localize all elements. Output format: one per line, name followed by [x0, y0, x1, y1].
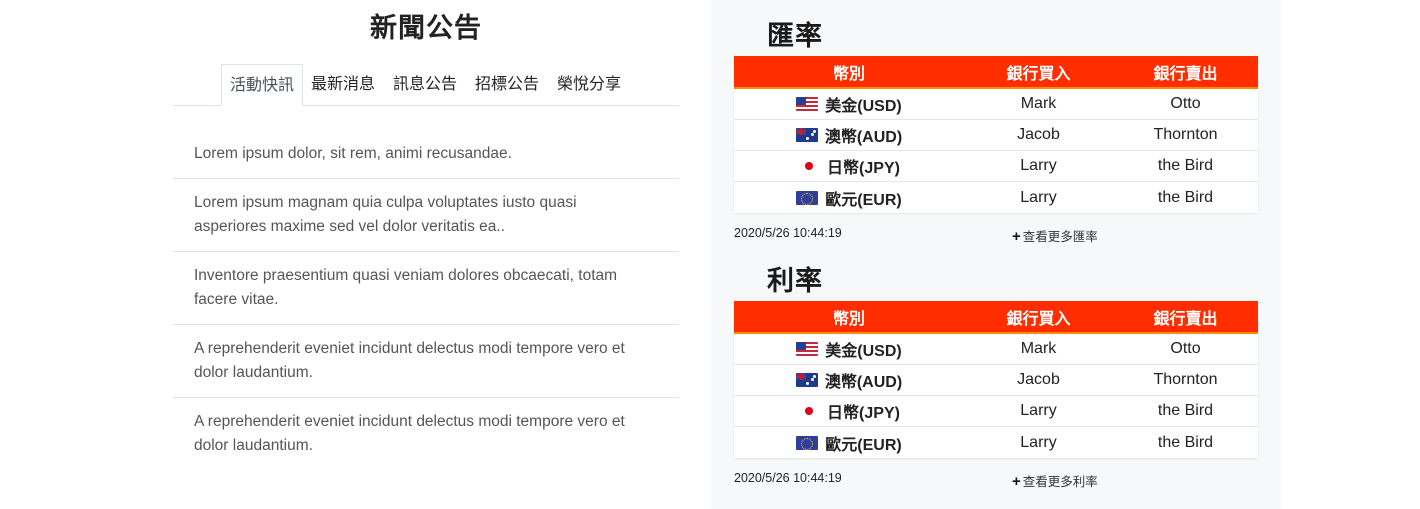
tab-announcements[interactable]: 訊息公告	[388, 64, 462, 106]
more-exchange-rates-link[interactable]: + 查看更多匯率	[1012, 226, 1098, 245]
plus-icon: +	[1012, 473, 1021, 490]
timestamp: 2020/5/26 10:44:19	[734, 226, 842, 240]
news-list-item[interactable]: A reprehenderit eveniet incidunt delectu…	[173, 398, 679, 470]
table-row: 澳幣(AUD) Jacob Thornton	[734, 365, 1258, 396]
bank-sell-value: Otto	[1170, 340, 1201, 357]
eu-flag-icon	[796, 435, 819, 450]
currency-name: 澳幣(AUD)	[824, 374, 903, 391]
news-list-item[interactable]: Lorem ipsum dolor, sit rem, animi recusa…	[173, 106, 679, 179]
interest-rate-title: 利率	[767, 266, 823, 296]
jp-flag-icon	[798, 159, 821, 173]
table-row: 美金(USD) Mark Otto	[734, 334, 1258, 365]
more-link-label: 查看更多利率	[1022, 475, 1098, 489]
bank-sell-value: the Bird	[1157, 157, 1214, 174]
tab-activity-news[interactable]: 活動快訊	[221, 64, 303, 106]
news-tabs: 活動快訊 最新消息 訊息公告 招標公告 榮悅分享	[173, 64, 679, 106]
bank-buy-value: Mark	[1020, 95, 1057, 112]
column-header-bank-sell: 銀行賣出	[1153, 65, 1218, 83]
more-link-label: 查看更多匯率	[1022, 230, 1098, 244]
bank-sell-value: the Bird	[1157, 402, 1214, 419]
bank-sell-value: Otto	[1170, 95, 1201, 112]
bank-buy-value: Jacob	[1017, 126, 1060, 143]
table-row: 美金(USD) Mark Otto	[734, 89, 1258, 120]
table-row: 日幣(JPY) Larry the Bird	[734, 151, 1258, 182]
rates-panel: 匯率 幣別 銀行買入 銀行賣出 美金(USD) Mark Otto 澳幣(AUD…	[711, 0, 1281, 509]
bank-buy-value: Larry	[1020, 188, 1057, 206]
news-list: Lorem ipsum dolor, sit rem, animi recusa…	[173, 106, 679, 470]
bank-buy-value: Mark	[1020, 340, 1057, 357]
news-section: 新聞公告 活動快訊 最新消息 訊息公告 招標公告 榮悅分享 Lorem ipsu…	[173, 0, 679, 509]
bank-buy-value: Jacob	[1017, 371, 1060, 388]
news-list-item[interactable]: Lorem ipsum magnam quia culpa voluptates…	[173, 179, 679, 252]
eu-flag-icon	[796, 190, 819, 205]
bank-sell-value: Thornton	[1153, 371, 1218, 388]
bank-buy-value: Larry	[1020, 157, 1057, 174]
table-row: 歐元(EUR) Larry the Bird	[734, 427, 1258, 458]
currency-name: 日幣(JPY)	[827, 405, 900, 422]
table-header: 幣別 銀行買入 銀行賣出	[734, 301, 1258, 334]
news-list-item[interactable]: Inventore praesentium quasi veniam dolor…	[173, 252, 679, 325]
column-header-currency: 幣別	[832, 310, 865, 328]
more-interest-rates-link[interactable]: + 查看更多利率	[1012, 471, 1098, 490]
exchange-rate-table: 幣別 銀行買入 銀行賣出 美金(USD) Mark Otto 澳幣(AUD) J…	[734, 56, 1258, 213]
column-header-bank-sell: 銀行賣出	[1153, 310, 1218, 328]
bank-sell-value: Thornton	[1153, 126, 1218, 143]
currency-name: 澳幣(AUD)	[824, 129, 903, 146]
currency-name: 歐元(EUR)	[825, 191, 902, 209]
bank-buy-value: Larry	[1020, 433, 1057, 451]
au-flag-icon	[795, 128, 818, 142]
timestamp: 2020/5/26 10:44:19	[734, 471, 842, 485]
bank-buy-value: Larry	[1020, 402, 1057, 419]
currency-name: 美金(USD)	[825, 98, 902, 115]
column-header-currency: 幣別	[832, 65, 865, 83]
bank-sell-value: the Bird	[1157, 188, 1214, 206]
bank-sell-value: the Bird	[1157, 433, 1214, 451]
currency-name: 美金(USD)	[825, 343, 902, 360]
jp-flag-icon	[798, 404, 821, 418]
us-flag-icon	[796, 342, 819, 356]
tab-sharing[interactable]: 榮悅分享	[552, 64, 626, 106]
au-flag-icon	[795, 373, 818, 387]
news-list-item[interactable]: A reprehenderit eveniet incidunt delectu…	[173, 325, 679, 398]
exchange-rate-title: 匯率	[767, 21, 823, 51]
column-header-bank-buy: 銀行買入	[1006, 65, 1071, 83]
currency-name: 日幣(JPY)	[827, 160, 900, 177]
news-title: 新聞公告	[370, 13, 482, 43]
column-header-bank-buy: 銀行買入	[1006, 310, 1071, 328]
table-row: 日幣(JPY) Larry the Bird	[734, 396, 1258, 427]
interest-rate-table: 幣別 銀行買入 銀行賣出 美金(USD) Mark Otto 澳幣(AUD) J…	[734, 301, 1258, 458]
tab-latest-news[interactable]: 最新消息	[306, 64, 380, 106]
plus-icon: +	[1012, 228, 1021, 245]
tab-tenders[interactable]: 招標公告	[470, 64, 544, 106]
table-row: 歐元(EUR) Larry the Bird	[734, 182, 1258, 213]
table-row: 澳幣(AUD) Jacob Thornton	[734, 120, 1258, 151]
currency-name: 歐元(EUR)	[825, 436, 902, 454]
table-header: 幣別 銀行買入 銀行賣出	[734, 56, 1258, 89]
interest-rate-footer: 2020/5/26 10:44:19 + 查看更多利率	[734, 471, 1258, 490]
us-flag-icon	[796, 97, 819, 111]
exchange-rate-footer: 2020/5/26 10:44:19 + 查看更多匯率	[734, 226, 1258, 245]
